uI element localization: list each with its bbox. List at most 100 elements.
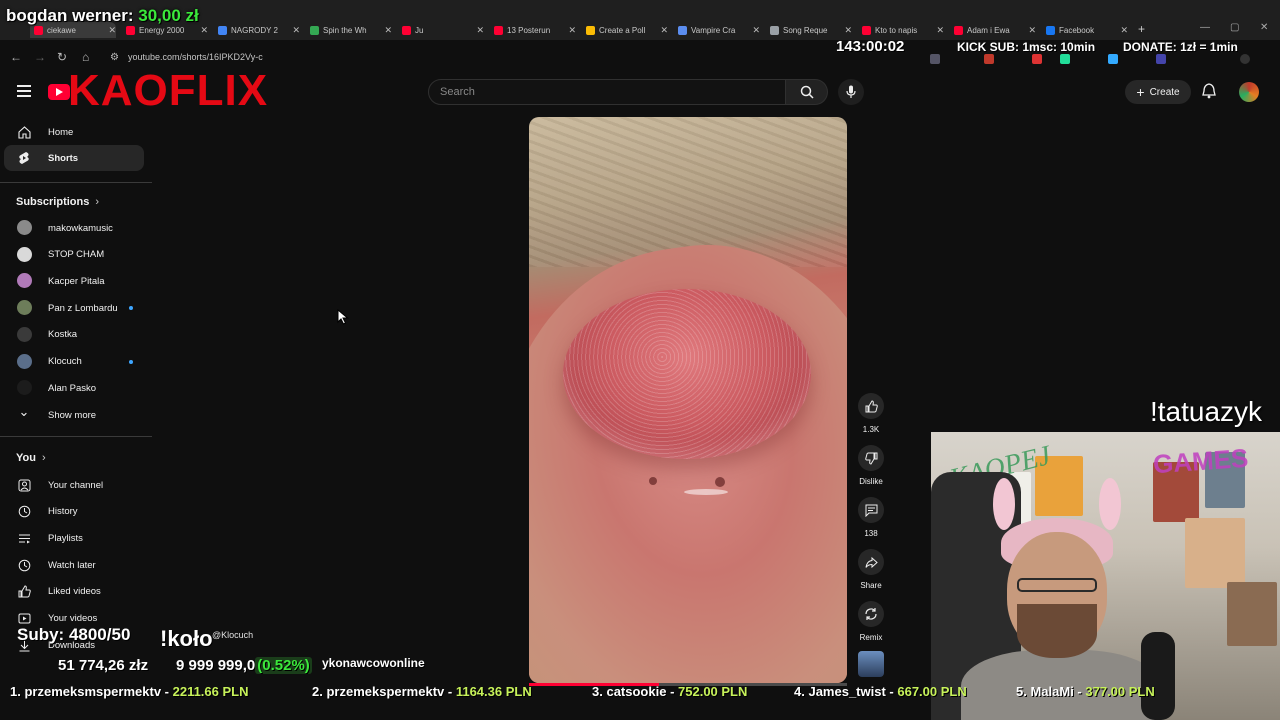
extension-icon[interactable] (984, 54, 994, 64)
extension-icon[interactable] (1060, 54, 1070, 64)
short-video-player[interactable] (529, 117, 847, 683)
you-heading[interactable]: You › (16, 452, 46, 464)
youtube-logo[interactable] (48, 84, 70, 100)
subscription-channel[interactable]: makowkamusic (0, 215, 152, 241)
channel-name: Alan Pasko (48, 382, 97, 394)
browser-tab[interactable]: 13 Posterun ✕ (490, 22, 576, 38)
extension-icon[interactable] (1156, 54, 1166, 64)
video-frame-texture (563, 289, 811, 459)
forward-icon[interactable]: → (34, 50, 46, 64)
video-frame-highlight (715, 477, 725, 487)
browser-tab[interactable]: Song Reque ✕ (766, 22, 852, 38)
close-tab-icon[interactable]: ✕ (200, 25, 208, 36)
create-button[interactable]: + Create (1125, 80, 1191, 104)
minimize-icon[interactable]: — (1200, 22, 1210, 33)
close-window-icon[interactable]: ✕ (1260, 22, 1268, 33)
subscription-channel[interactable]: Kostka (0, 322, 152, 348)
microphone-icon (846, 85, 856, 98)
comments-action[interactable]: 138 (858, 497, 884, 538)
back-icon[interactable]: ← (10, 50, 22, 64)
donor-amount: 30,00 zł (138, 6, 199, 25)
sidebar-item-playlists[interactable]: Playlists (0, 525, 152, 551)
maximize-icon[interactable]: ▢ (1230, 22, 1239, 33)
menu-icon[interactable] (17, 85, 31, 97)
close-tab-icon[interactable]: ✕ (292, 25, 300, 36)
like-button[interactable] (858, 393, 884, 419)
like-action[interactable]: 1.3K (858, 393, 884, 434)
comments-button[interactable] (858, 497, 884, 523)
profile-icon[interactable] (1240, 54, 1250, 64)
chevron-down-icon: ⌄ (18, 404, 30, 419)
subscription-channel[interactable]: Pan z Lombardu (0, 295, 152, 321)
share-label: Share (860, 581, 882, 590)
close-tab-icon[interactable]: ✕ (476, 25, 484, 36)
tab-favicon-icon (1046, 25, 1055, 35)
close-tab-icon[interactable]: ✕ (1028, 25, 1036, 36)
browser-tab[interactable]: NAGRODY 2 ✕ (214, 22, 300, 38)
reload-icon[interactable]: ↻ (57, 50, 67, 64)
search-button[interactable] (786, 79, 828, 105)
sidebar-item-label: Your channel (48, 479, 104, 491)
browser-tab[interactable]: Create a Poll ✕ (582, 22, 668, 38)
subscription-channel[interactable]: Klocuch (0, 349, 152, 375)
studio-microphone (1141, 632, 1175, 720)
close-tab-icon[interactable]: ✕ (568, 25, 576, 36)
you-heading-label: You (16, 452, 36, 464)
account-avatar[interactable] (1239, 82, 1259, 102)
dislike-button[interactable] (858, 445, 884, 471)
notifications-button[interactable] (1202, 83, 1216, 104)
close-tab-icon[interactable]: ✕ (752, 25, 760, 36)
leaderboard-value: 1164.36 PLN (455, 684, 532, 699)
close-tab-icon[interactable]: ✕ (108, 25, 116, 36)
site-info-icon[interactable]: ⚙ (110, 52, 119, 63)
search-input[interactable] (428, 79, 786, 105)
streamer-beard (1017, 604, 1097, 658)
sidebar-item-watch-later[interactable]: Watch later (0, 552, 152, 578)
close-tab-icon[interactable]: ✕ (844, 25, 852, 36)
sidebar-item-home[interactable]: Home (0, 119, 152, 145)
tab-title: NAGRODY 2 (231, 25, 278, 35)
subscription-channel[interactable]: Kacper Pitala (0, 268, 152, 294)
extension-icon[interactable] (1032, 54, 1042, 64)
sidebar-item-shorts[interactable]: Shorts (4, 145, 144, 171)
browser-tab[interactable]: Spin the Wh ✕ (306, 22, 392, 38)
new-tab-button[interactable]: + (1138, 22, 1145, 36)
extension-icon[interactable] (1108, 54, 1118, 64)
show-more-button[interactable]: ⌄ Show more (0, 402, 152, 428)
close-tab-icon[interactable]: ✕ (384, 25, 392, 36)
subscription-channel[interactable]: Alan Pasko (0, 375, 152, 401)
voice-search-button[interactable] (838, 79, 864, 105)
tab-favicon-icon (494, 25, 503, 35)
new-content-dot (129, 306, 133, 311)
channel-avatar (17, 246, 32, 262)
remix-button[interactable] (858, 601, 884, 627)
tab-title: Adam i Ewa (967, 25, 1010, 35)
tab-title: 13 Posterun (507, 25, 551, 35)
browser-tab[interactable]: Kto to napis ✕ (858, 22, 944, 38)
share-button[interactable] (858, 549, 884, 575)
leaderboard-entry: 2. przemekspermektv - 1164.36 PLN (312, 684, 532, 699)
dislike-action[interactable]: Dislike (858, 445, 884, 486)
channel-name: STOP CHAM (48, 249, 105, 261)
share-action[interactable]: Share (858, 549, 884, 590)
subscriptions-heading[interactable]: Subscriptions › (16, 196, 99, 208)
close-tab-icon[interactable]: ✕ (936, 25, 944, 36)
webcam-feed: KAOPEJ GAMES (931, 432, 1280, 720)
browser-tab[interactable]: Adam i Ewa ✕ (950, 22, 1036, 38)
subscription-channel[interactable]: STOP CHAM (0, 242, 152, 268)
browser-tab[interactable]: Ju ✕ (398, 22, 484, 38)
browser-tab[interactable]: Vampire Cra ✕ (674, 22, 760, 38)
sidebar-item-history[interactable]: History (0, 499, 152, 525)
extension-icon[interactable] (930, 54, 940, 64)
home-browser-icon[interactable]: ⌂ (82, 50, 89, 64)
donation-goal-value: 9 999 999,0 (176, 657, 256, 674)
channel-thumbnail[interactable] (858, 651, 884, 677)
browser-tab[interactable]: Facebook ✕ (1042, 22, 1128, 38)
bell-icon (1202, 83, 1216, 99)
sidebar-item-liked-videos[interactable]: Liked videos (0, 579, 152, 605)
close-tab-icon[interactable]: ✕ (1120, 25, 1128, 36)
close-tab-icon[interactable]: ✕ (660, 25, 668, 36)
sidebar-item-your-channel[interactable]: Your channel (0, 472, 152, 498)
remix-action[interactable]: Remix (858, 601, 884, 642)
url-field[interactable]: youtube.com/shorts/16IPKD2Vy-c (128, 52, 263, 62)
